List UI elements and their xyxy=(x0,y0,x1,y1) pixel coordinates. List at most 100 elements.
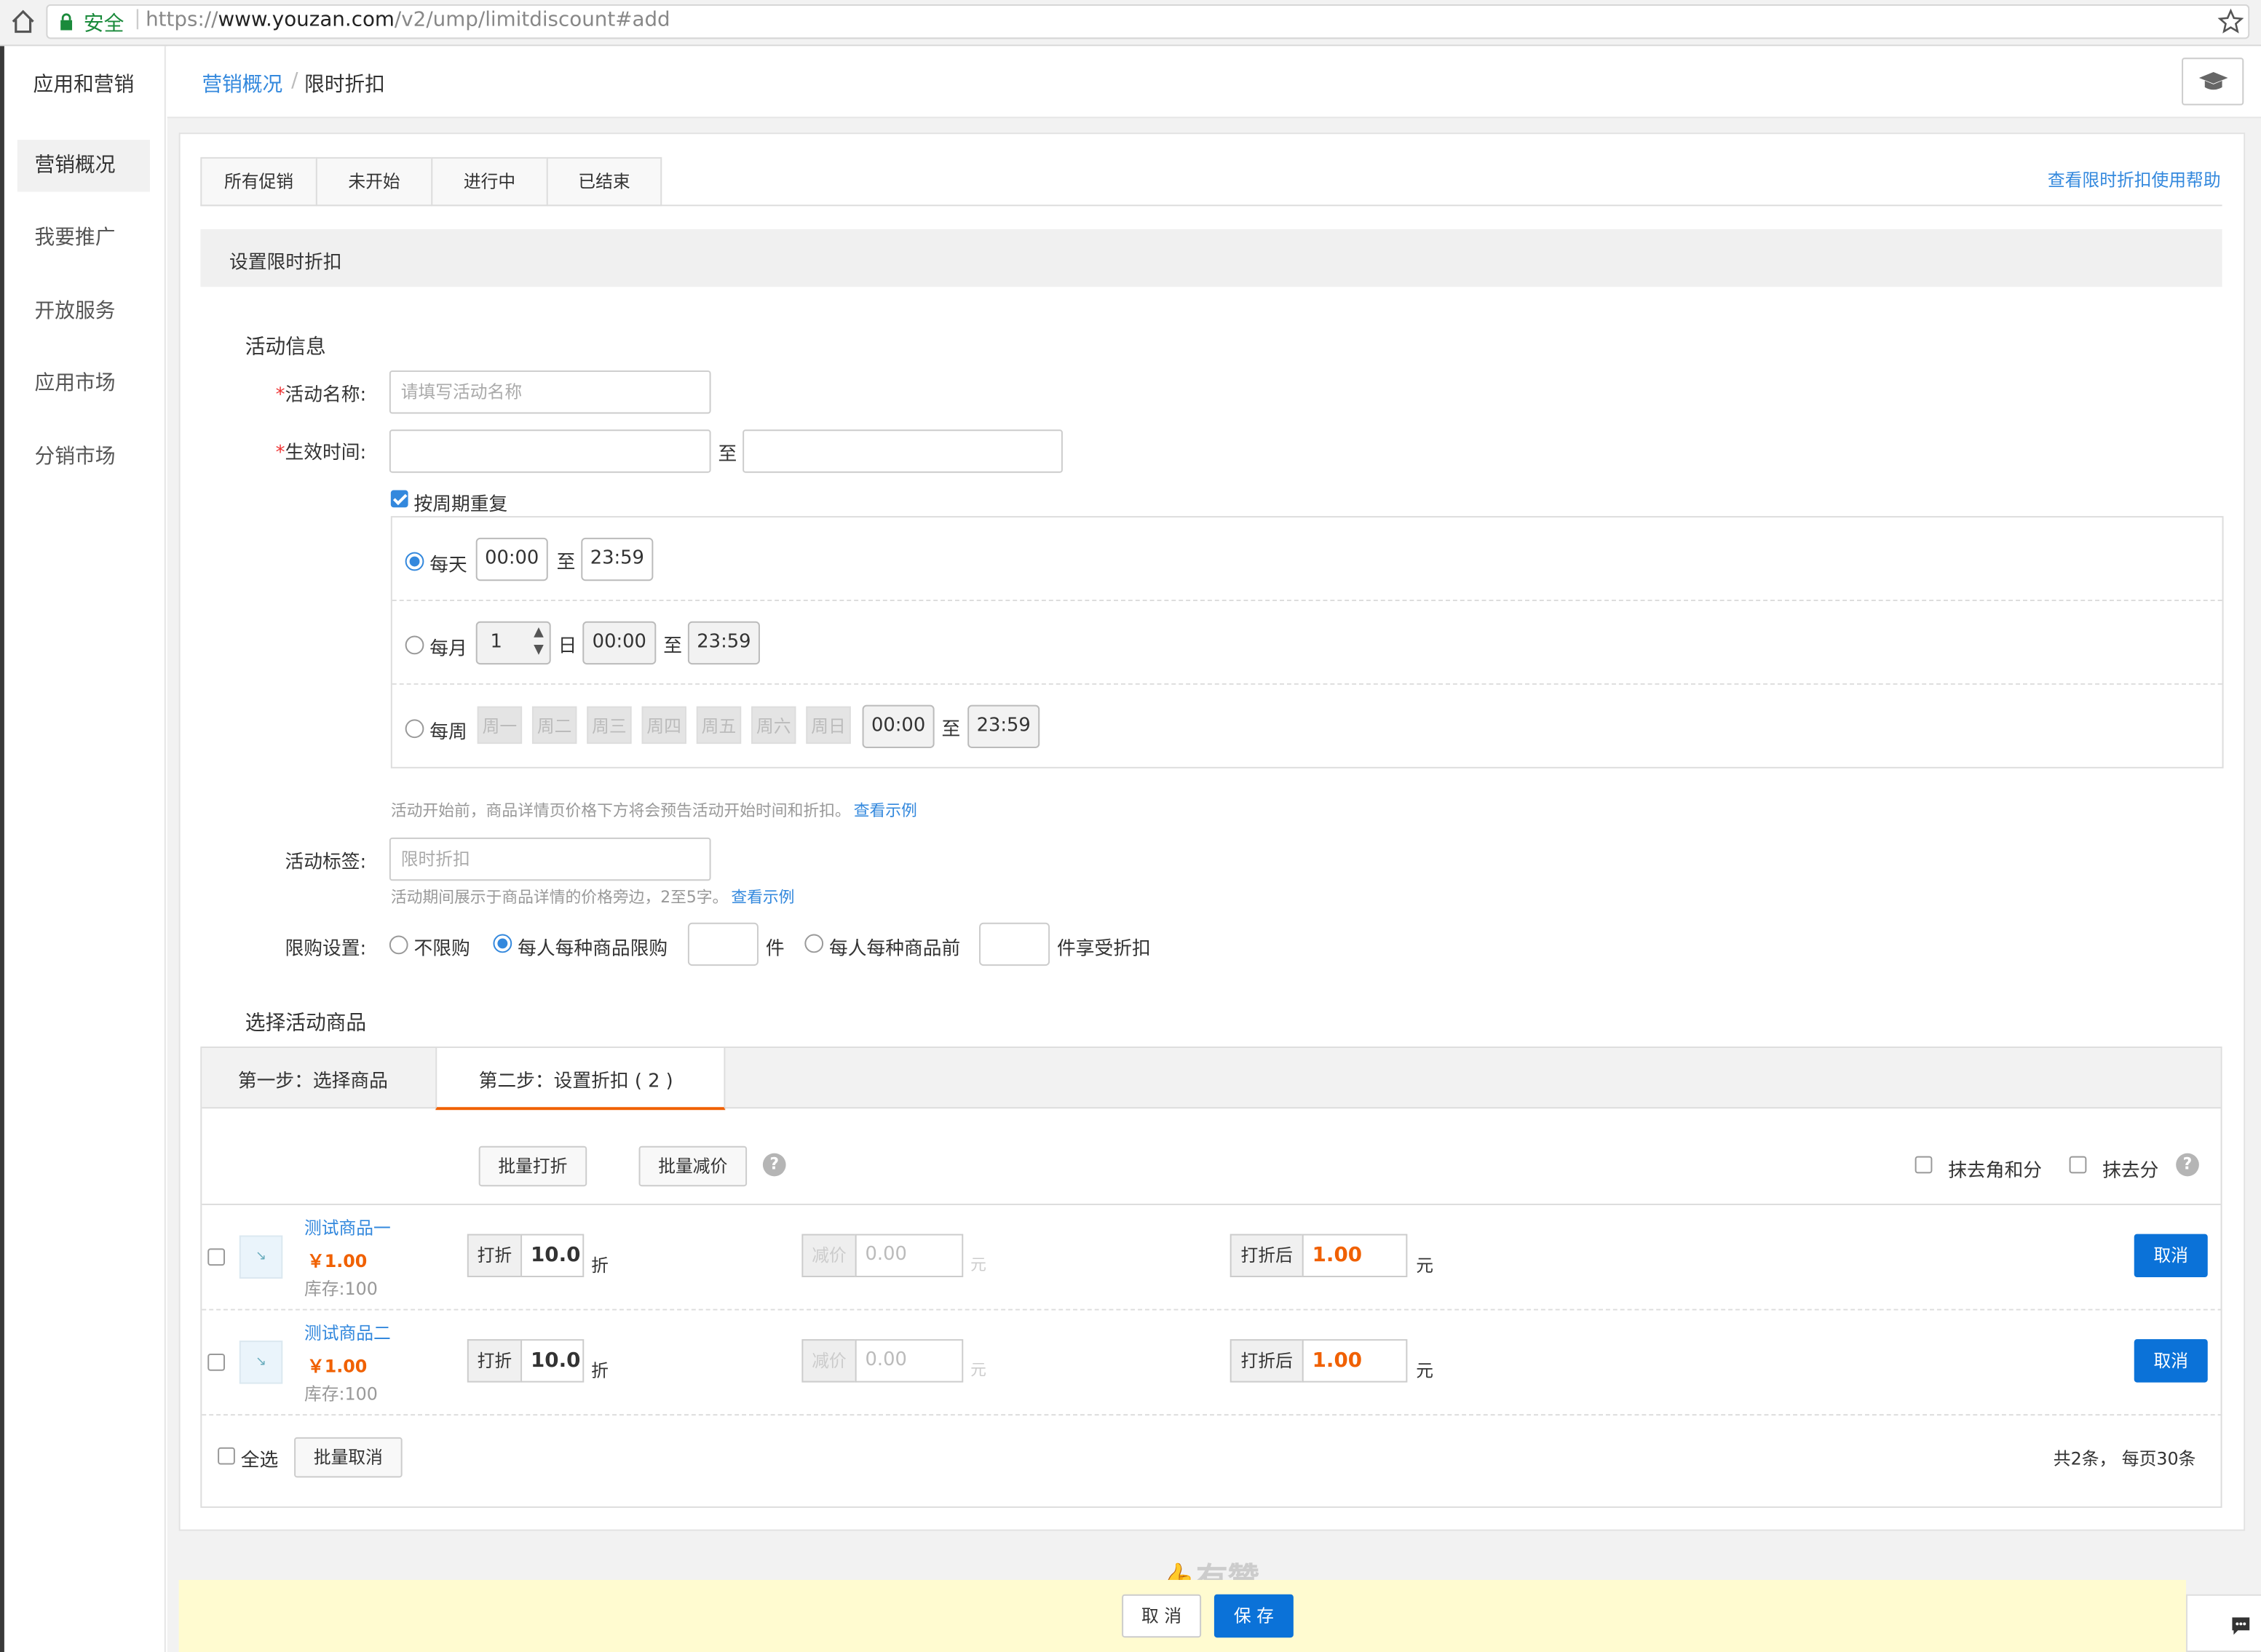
url-scheme: https:// xyxy=(146,8,218,32)
tab-not-started[interactable]: 未开始 xyxy=(315,156,433,207)
product-name-link[interactable]: 测试商品二 xyxy=(304,1320,391,1345)
secure-label: 安全 xyxy=(83,12,124,36)
row-checkbox[interactable] xyxy=(207,1248,226,1266)
url-text: https://www.youzan.com/v2/ump/limitdisco… xyxy=(146,9,670,32)
repeat-label: 按周期重复 xyxy=(413,494,508,517)
daily-end-time[interactable]: 23:59 xyxy=(581,537,654,581)
home-icon[interactable] xyxy=(10,9,36,35)
daily-to: 至 xyxy=(556,552,576,574)
first-n-radio[interactable] xyxy=(804,934,824,953)
weekday-sat[interactable]: 周六 xyxy=(751,706,796,744)
weekday-wed[interactable]: 周三 xyxy=(587,706,632,744)
product-stock: 库存:100 xyxy=(304,1278,378,1299)
tag-hint: 活动期间展示于商品详情的价格旁边，2至5字。 查看示例 xyxy=(391,885,795,908)
batch-cancel-button[interactable]: 批量取消 xyxy=(294,1437,403,1478)
reduce-input[interactable]: 0.00 xyxy=(855,1234,964,1277)
monthly-end-time[interactable]: 23:59 xyxy=(687,621,760,665)
cancel-row-button[interactable]: 取消 xyxy=(2134,1234,2208,1277)
after-discount-price[interactable]: 1.00 xyxy=(1302,1234,1408,1277)
weekday-thu[interactable]: 周四 xyxy=(641,706,686,744)
select-all-checkbox[interactable] xyxy=(218,1447,235,1465)
weekday-fri[interactable]: 周五 xyxy=(696,706,742,744)
repeat-checkbox[interactable] xyxy=(390,490,408,508)
bookmark-star-icon[interactable] xyxy=(2217,8,2244,35)
no-limit-radio[interactable] xyxy=(389,935,408,955)
batch-discount-button[interactable]: 批量打折 xyxy=(478,1145,587,1187)
sidebar-item-promote[interactable]: 我要推广 xyxy=(17,212,150,263)
daily-radio[interactable] xyxy=(405,552,424,571)
discount-input[interactable]: 10.0 xyxy=(520,1234,585,1277)
month-day-unit: 日 xyxy=(558,635,577,658)
weekly-end-time[interactable]: 23:59 xyxy=(967,704,1040,749)
sidebar-item-overview[interactable]: 营销概况 xyxy=(17,140,151,192)
product-thumbnail: ↘ xyxy=(239,1235,283,1279)
address-bar[interactable]: 安全 | https://www.youzan.com/v2/ump/limit… xyxy=(46,4,2250,39)
cancel-button[interactable]: 取 消 xyxy=(1122,1594,1202,1638)
reduce-input[interactable]: 0.00 xyxy=(855,1339,964,1383)
section-header: 设置限时折扣 xyxy=(200,229,2222,287)
monthly-radio[interactable] xyxy=(405,635,424,655)
view-example-link[interactable]: 查看示例 xyxy=(731,888,794,907)
after-discount-price[interactable]: 1.00 xyxy=(1302,1339,1408,1383)
sidebar-item-app-market[interactable]: 应用市场 xyxy=(17,357,150,409)
monthly-start-time[interactable]: 00:00 xyxy=(582,621,657,665)
limit-quantity-input[interactable] xyxy=(687,922,759,966)
weekly-label: 每周 xyxy=(429,722,467,744)
view-example-link[interactable]: 查看示例 xyxy=(854,801,917,820)
activity-info-heading: 活动信息 xyxy=(245,335,326,360)
required-mark: * xyxy=(275,442,285,464)
batch-reduce-button[interactable]: 批量减价 xyxy=(638,1145,748,1187)
discount-unit: 折 xyxy=(591,1255,609,1276)
help-question-icon[interactable]: ? xyxy=(2176,1153,2199,1177)
monthly-label: 每月 xyxy=(429,638,467,661)
effective-time-label-text: 生效时间: xyxy=(285,442,367,464)
tab-in-progress[interactable]: 进行中 xyxy=(431,156,548,207)
url-path: /v2/ump/limitdiscount#add xyxy=(394,8,670,32)
round-fen-checkbox[interactable] xyxy=(2069,1156,2087,1174)
weekday-mon[interactable]: 周一 xyxy=(477,706,523,744)
cancel-row-button[interactable]: 取消 xyxy=(2134,1339,2208,1383)
limit-per-person-radio[interactable] xyxy=(493,934,512,953)
breadcrumb-overview-link[interactable]: 营销概况 xyxy=(202,69,282,98)
activity-tag-input[interactable]: 限时折扣 xyxy=(389,837,711,881)
step2-tab[interactable]: 第二步：设置折扣 ( 2 ) xyxy=(435,1048,726,1111)
tab-ended[interactable]: 已结束 xyxy=(546,156,662,207)
first-n-input[interactable] xyxy=(979,922,1050,966)
preview-hint: 活动开始前，商品详情页价格下方将会预告活动开始时间和折扣。 查看示例 xyxy=(391,798,917,822)
tab-all-promotions[interactable]: 所有促销 xyxy=(200,156,317,207)
round-jiao-fen-checkbox[interactable] xyxy=(1914,1156,1933,1174)
row-divider xyxy=(202,1414,2222,1416)
step1-tab[interactable]: 第一步：选择商品 xyxy=(238,1065,388,1093)
discount-input[interactable]: 10.0 xyxy=(520,1339,585,1383)
daily-start-time[interactable]: 00:00 xyxy=(475,537,548,581)
reduce-addon: 减价 xyxy=(801,1234,857,1277)
help-question-icon[interactable]: ? xyxy=(762,1153,786,1177)
activity-name-input[interactable]: 请填写活动名称 xyxy=(389,370,711,414)
product-name-link[interactable]: 测试商品一 xyxy=(304,1215,391,1240)
weekday-sun[interactable]: 周日 xyxy=(806,706,851,744)
weekly-start-time[interactable]: 00:00 xyxy=(862,704,935,749)
chat-widget[interactable] xyxy=(2186,1594,2261,1652)
monthly-to: 至 xyxy=(663,635,682,658)
start-time-input[interactable] xyxy=(389,429,711,473)
sidebar-item-distribution[interactable]: 分销市场 xyxy=(17,431,150,483)
save-button[interactable]: 保 存 xyxy=(1213,1594,1294,1638)
row-checkbox[interactable] xyxy=(207,1353,226,1371)
url-divider: | xyxy=(134,7,141,31)
breadcrumb-separator: / xyxy=(291,69,298,92)
stepper-arrows-icon: ▲ ▼ xyxy=(534,625,544,658)
month-day-select[interactable]: 1 ▲ ▼ xyxy=(475,621,551,665)
reduce-unit: 元 xyxy=(970,1255,986,1275)
tutorial-button[interactable] xyxy=(2182,57,2244,106)
end-time-input[interactable] xyxy=(743,429,1063,473)
sidebar-item-open-service[interactable]: 开放服务 xyxy=(17,285,150,337)
sidebar: 应用和营销 营销概况 我要推广 开放服务 应用市场 分销市场 xyxy=(4,46,166,1652)
weekly-radio[interactable] xyxy=(405,719,424,739)
activity-name-label: *活动名称: xyxy=(245,379,367,407)
weekday-tue[interactable]: 周二 xyxy=(531,706,577,744)
product-price: ￥1.00 xyxy=(306,1251,368,1272)
breadcrumb: 营销概况 / 限时折扣 xyxy=(167,46,2261,119)
discount-addon: 打折 xyxy=(467,1234,523,1277)
help-link[interactable]: 查看限时折扣使用帮助 xyxy=(2048,167,2221,192)
tag-hint-text: 活动期间展示于商品详情的价格旁边，2至5字。 xyxy=(390,888,729,907)
